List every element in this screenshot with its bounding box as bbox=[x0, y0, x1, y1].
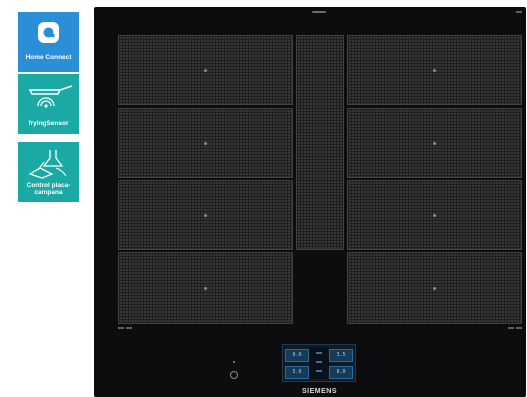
cooking-zone-left-1[interactable] bbox=[118, 35, 293, 105]
cooking-zone-right-2[interactable] bbox=[347, 108, 522, 178]
zone-center-dot bbox=[204, 286, 207, 290]
cooking-zone-right-4[interactable] bbox=[347, 252, 522, 324]
frying-sensor-badge: fryingSensor bbox=[18, 74, 79, 134]
zone-key-rear-right[interactable]: 8.0 bbox=[329, 366, 353, 379]
hob-hood-control-icon bbox=[18, 148, 79, 180]
induction-cooktop: 0.0 3.5 5.0 8.0 SIEMENS bbox=[94, 7, 526, 397]
zone-center-dot bbox=[433, 68, 436, 72]
top-indicator bbox=[312, 11, 326, 13]
zone-key-front-left[interactable]: 0.0 bbox=[285, 349, 309, 362]
zone-key-rear-left[interactable]: 5.0 bbox=[285, 366, 309, 379]
frying-sensor-label: fryingSensor bbox=[28, 120, 69, 127]
zone-marker bbox=[508, 327, 514, 329]
zone-marker bbox=[516, 327, 522, 329]
status-led bbox=[233, 361, 235, 363]
zone-center-dot bbox=[204, 141, 207, 145]
cooking-zone-left-3[interactable] bbox=[118, 180, 293, 250]
power-slider[interactable] bbox=[309, 347, 329, 379]
zone-center-dot bbox=[433, 286, 436, 290]
home-connect-badge: Home Connect bbox=[18, 12, 79, 72]
hob-hood-control-label: Control placa-campana bbox=[26, 182, 71, 196]
zone-marker bbox=[126, 327, 132, 329]
cooking-zone-center[interactable] bbox=[296, 35, 344, 250]
home-connect-label: Home Connect bbox=[25, 54, 72, 61]
frying-pan-sensor-icon bbox=[18, 80, 79, 112]
hob-hood-control-badge: Control placa-campana bbox=[18, 142, 79, 202]
cooking-zone-right-3[interactable] bbox=[347, 180, 522, 250]
zone-center-dot bbox=[204, 68, 207, 72]
corner-mark bbox=[516, 11, 522, 13]
brand-logo: SIEMENS bbox=[302, 388, 338, 395]
cooking-zone-right-1[interactable] bbox=[347, 35, 522, 105]
cooking-zone-left-4[interactable] bbox=[118, 252, 293, 324]
zone-center-dot bbox=[204, 213, 207, 217]
cooking-zone-left-2[interactable] bbox=[118, 108, 293, 178]
zone-marker bbox=[118, 327, 124, 329]
home-connect-icon bbox=[18, 18, 79, 50]
zone-key-front-right[interactable]: 3.5 bbox=[329, 349, 353, 362]
power-icon[interactable] bbox=[230, 371, 238, 379]
zone-center-dot bbox=[433, 141, 436, 145]
touch-control-panel: 0.0 3.5 5.0 8.0 bbox=[282, 344, 356, 382]
zone-center-dot bbox=[433, 213, 436, 217]
